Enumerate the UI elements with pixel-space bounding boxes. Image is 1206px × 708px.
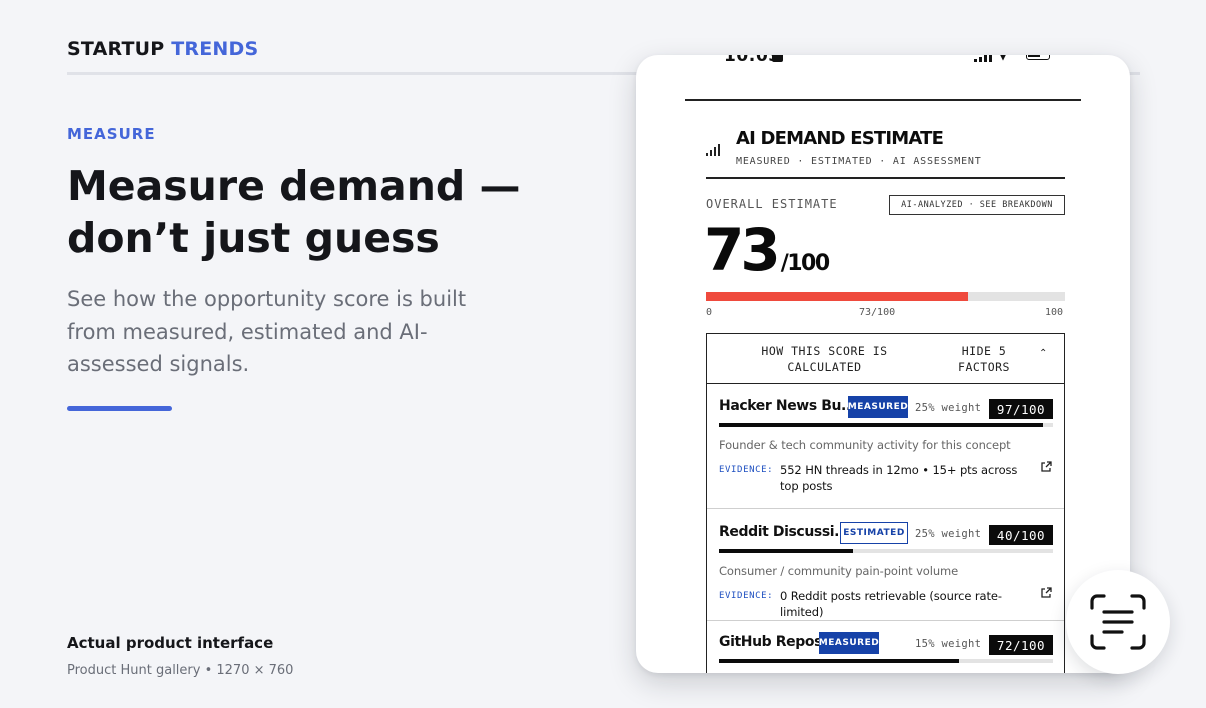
evidence-label: EVIDENCE: — [719, 465, 774, 475]
score-calculation-panel: HOW THIS SCORE IS CALCULATED HIDE 5 FACT… — [706, 333, 1065, 673]
hide-factors-toggle[interactable]: HIDE 5 FACTORS — [947, 343, 1021, 375]
factor-score-bar-fill — [719, 423, 1043, 427]
overall-score-max: /100 — [780, 251, 830, 276]
cellular-signal-icon — [974, 55, 992, 62]
factor-card-hacker-news: Hacker News Bu... MEASURED 25% weight 97… — [707, 384, 1064, 510]
headline-line-2: don’t just guess — [67, 214, 440, 262]
factor-score-bar-fill — [719, 549, 853, 553]
factor-name: GitHub Repos — [719, 634, 823, 650]
phone-screenshot: 10:03 ▼ AI DEMAND ESTIMATE MEASURED · ES… — [636, 55, 1130, 673]
wifi-icon: ▼ — [998, 55, 1008, 63]
evidence-text: 552 HN threads in 12mo • 15+ pts across … — [780, 463, 1018, 493]
headline-line-1: Measure demand — — [67, 162, 521, 210]
overall-score-value: 73 — [704, 216, 781, 284]
nav-divider — [685, 99, 1081, 101]
factor-score: 40/100 — [989, 525, 1053, 545]
brand-word-trends: TRENDS — [171, 38, 259, 60]
factor-card-reddit: Reddit Discussi... ESTIMATED 25% weight … — [707, 510, 1064, 622]
factor-weight: 15% weight — [915, 638, 982, 650]
external-link-icon[interactable] — [1039, 460, 1053, 474]
accent-underline — [67, 406, 172, 411]
overall-score-bar — [706, 292, 1065, 301]
overall-estimate-label: OVERALL ESTIMATE — [706, 197, 838, 211]
status-bar: 10:03 ▼ — [636, 55, 1130, 68]
brand-word-startup: STARTUP — [67, 38, 165, 60]
app-header-divider — [706, 177, 1065, 179]
app-title: AI DEMAND ESTIMATE — [736, 128, 944, 149]
factor-description: Consumer / community pain-point volume — [719, 564, 959, 578]
external-link-icon[interactable] — [1039, 586, 1053, 600]
estimated-badge: ESTIMATED — [840, 522, 908, 544]
factor-score: 72/100 — [989, 635, 1053, 655]
overall-score: 73 /100 — [704, 216, 830, 284]
section-eyebrow: MEASURE — [67, 125, 156, 143]
brand-logo: STARTUP TRENDS — [67, 38, 258, 60]
see-breakdown-button[interactable]: AI-ANALYZED · SEE BREAKDOWN — [889, 195, 1065, 215]
evidence-text: 0 Reddit posts retrievable (source rate-… — [780, 589, 1002, 619]
factor-score-bar — [719, 659, 1053, 663]
evidence-label: EVIDENCE: — [719, 591, 774, 601]
signal-bars-icon — [706, 142, 720, 156]
factor-name: Reddit Discussi... — [719, 524, 849, 540]
factor-score-bar — [719, 549, 1053, 553]
factor-score: 97/100 — [989, 399, 1053, 419]
factor-score-bar-fill — [719, 659, 960, 663]
headline: Measure demand — don’t just guess — [67, 160, 587, 264]
footer-title: Actual product interface — [67, 634, 274, 652]
factor-score-bar — [719, 423, 1053, 427]
app-subtitle: MEASURED · ESTIMATED · AI ASSESSMENT — [736, 156, 982, 167]
status-badge-icon — [772, 55, 783, 62]
chevron-up-icon[interactable]: ⌃ — [1039, 348, 1047, 359]
measured-badge: MEASURED — [848, 396, 908, 418]
overall-score-bar-fill — [706, 292, 969, 301]
document-scan-icon — [1090, 594, 1146, 650]
factor-description: Founder & tech community activity for th… — [719, 438, 1011, 452]
scan-text-button[interactable] — [1066, 570, 1170, 674]
factor-weight: 25% weight — [915, 528, 982, 540]
battery-icon — [1026, 55, 1050, 60]
scale-max-label: 100 — [1045, 307, 1064, 318]
scale-min-label: 0 — [706, 307, 713, 318]
footer-subtitle: Product Hunt gallery • 1270 × 760 — [67, 663, 294, 678]
factor-card-github: GitHub Repos MEASURED 15% weight 72/100 — [707, 620, 1064, 673]
factor-name: Hacker News Bu... — [719, 398, 856, 414]
calculation-header[interactable]: HOW THIS SCORE IS CALCULATED HIDE 5 FACT… — [707, 334, 1064, 384]
scale-mid-label: 73/100 — [859, 307, 896, 318]
measured-badge: MEASURED — [819, 632, 879, 654]
factor-weight: 25% weight — [915, 402, 982, 414]
calculation-title: HOW THIS SCORE IS CALCULATED — [761, 344, 888, 374]
factor-divider — [707, 508, 1064, 509]
section-subtitle: See how the opportunity score is built f… — [67, 287, 467, 376]
